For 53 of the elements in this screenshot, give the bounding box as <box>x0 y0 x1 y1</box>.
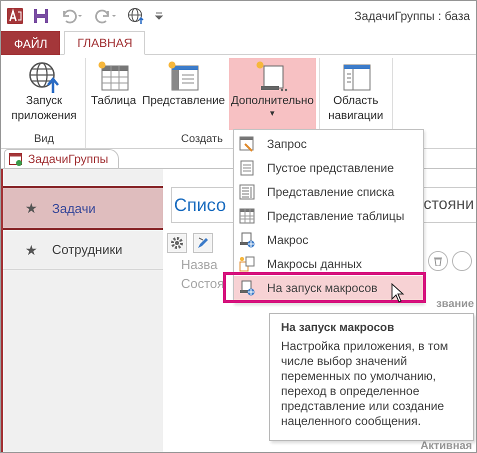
window-title: ЗадачиГруппы : база <box>354 9 470 23</box>
view-title: Списо <box>174 194 226 216</box>
macro-icon <box>239 280 255 296</box>
field-label: Назва <box>181 257 218 272</box>
menu-item[interactable]: Представление таблицы <box>234 204 423 228</box>
menu-item[interactable]: Запрос <box>234 132 423 156</box>
nav-item[interactable]: ★ Сотрудники <box>3 230 163 270</box>
tooltip-title: На запуск макросов <box>281 322 396 334</box>
status-label: Активная <box>420 440 472 452</box>
ribbon-button[interactable]: Запуск приложения <box>6 58 82 130</box>
menu-item[interactable]: Пустое представление <box>234 156 423 180</box>
form-icon <box>239 160 255 176</box>
view-title: стояни <box>424 196 474 214</box>
app-logo-icon <box>7 8 23 24</box>
file-tab[interactable]: ФАЙЛ <box>1 31 60 55</box>
star-icon: ★ <box>25 242 38 258</box>
menu-item[interactable]: На запуск макросов <box>234 276 423 300</box>
ribbon-button[interactable]: Представление <box>140 58 228 130</box>
group-label: Вид <box>34 132 54 145</box>
table-icon <box>239 208 255 224</box>
customize-toolbar-icon[interactable] <box>155 12 163 20</box>
form-icon <box>9 152 23 166</box>
field-label: Состоя <box>181 276 224 291</box>
ribbon-button[interactable]: Таблица <box>89 58 138 130</box>
edit-button[interactable] <box>193 233 213 253</box>
trash-icon <box>433 256 443 266</box>
redo-icon[interactable] <box>93 8 117 24</box>
cursor-icon <box>391 283 405 303</box>
document-tab[interactable]: ЗадачиГруппы <box>4 149 120 168</box>
query-icon <box>239 136 255 152</box>
menu-item[interactable]: Макросы данных <box>234 252 423 276</box>
settings-button[interactable] <box>167 233 187 253</box>
list-icon <box>239 184 255 200</box>
data-macro-icon <box>239 256 255 272</box>
nav-item-label: Задачи <box>52 200 96 216</box>
nav-item[interactable]: ★ Задачи <box>3 186 163 230</box>
ribbon-button[interactable]: Дополнительно ▾ <box>229 58 316 130</box>
menu-item[interactable]: Макрос <box>234 228 423 252</box>
nav-item-label: Сотрудники <box>52 242 122 257</box>
pencil-icon <box>196 236 210 250</box>
group-label: Создать <box>181 132 223 145</box>
ribbon-button[interactable]: Область навигации <box>322 58 389 130</box>
field-label: звание <box>436 298 474 310</box>
macro-icon <box>239 232 255 248</box>
macro-icon <box>255 60 290 94</box>
star-icon: ★ <box>25 200 38 216</box>
globe-icon <box>27 60 61 94</box>
menu-item[interactable]: Представление списка <box>234 180 423 204</box>
settings-icon <box>170 236 184 250</box>
ribbon-tab[interactable]: ГЛАВНАЯ <box>64 31 146 55</box>
globe-icon[interactable] <box>127 7 145 25</box>
round-button[interactable] <box>428 251 448 271</box>
tooltip-text: Настройка приложения, в том числе выбор значений переменных по умолчанию, переход в определенное представление или создание нацеленного сообщения. <box>281 339 450 429</box>
